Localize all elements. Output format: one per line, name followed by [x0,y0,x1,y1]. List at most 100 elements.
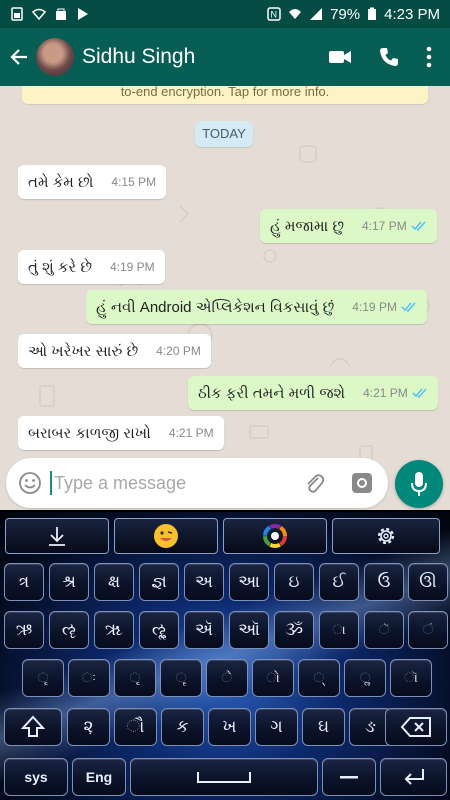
key[interactable]: ગ [255,708,298,746]
compose-bar: Type a message [0,452,450,514]
video-call-icon[interactable] [328,48,352,66]
message-placeholder: Type a message [54,472,187,493]
key[interactable]: ◌ૅ [364,611,404,649]
key[interactable]: જ્ઞ [139,563,179,601]
key[interactable]: ઈ [319,563,359,601]
attach-icon[interactable] [302,472,326,496]
key[interactable]: આ [229,563,269,601]
phone-icon[interactable] [378,46,400,68]
key[interactable]: ઊ [408,563,448,601]
nfc-icon: N [267,7,281,21]
key[interactable]: ઘ [302,708,345,746]
contact-avatar[interactable] [36,38,74,76]
key[interactable]: ત્ર [4,563,44,601]
camera-icon[interactable] [350,471,374,495]
keyboard-settings-button[interactable] [332,518,440,554]
key[interactable]: ૨઼ [67,708,110,746]
message-time: 4:21 PM [168,426,214,440]
keyboard: ત્ર શ્ર ક્ષ જ્ઞ અ આ ઇ ઈ ઉ ઊ ઋ ૡ ૠ ૡૢ ઍ ઑ… [0,512,450,800]
back-button[interactable] [4,28,34,86]
dash-key[interactable] [322,758,376,796]
collapse-icon [49,527,65,546]
read-ticks-icon [411,221,426,231]
key[interactable]: ◌ૉ [390,659,432,697]
shift-icon [20,715,46,737]
key[interactable]: ઇ [274,563,314,601]
backspace-key[interactable] [385,708,447,746]
message-text: તમે કેમ છો [28,173,94,191]
mic-button[interactable] [395,460,443,508]
svg-text:N: N [271,10,278,20]
sim-icon [11,7,23,21]
key[interactable]: શ્ર [49,563,89,601]
message-text: હું નવી Android એપ્લિકેશન વિકસાવું છું [96,298,335,316]
key[interactable]: ◌ો [252,659,294,697]
keyboard-theme-button[interactable] [223,518,327,554]
key[interactable]: ક્ષ [94,563,134,601]
message-outgoing[interactable]: હું મજામા છુ 4:17 PM [260,209,437,243]
message-text: બરાબર કાળજી રાખો [28,424,151,442]
chat-area[interactable]: to-end encryption. Tap for more info. TO… [0,86,450,510]
read-ticks-icon [412,388,427,398]
symbols-key[interactable]: sys [4,758,68,796]
play-store-icon [78,8,88,20]
key[interactable]: ૐ [274,611,314,649]
encryption-notice[interactable]: to-end encryption. Tap for more info. [22,86,428,104]
enter-key[interactable] [380,758,447,796]
key[interactable]: ખ [208,708,251,746]
enter-icon [404,769,424,785]
key[interactable]: ◌ા [319,611,359,649]
key[interactable]: અ [184,563,224,601]
message-outgoing[interactable]: ઠીક ફરી તમને મળી જશે 4:21 PM [188,376,438,410]
key[interactable]: ◌ૃ [114,659,156,697]
date-divider: TODAY [195,121,253,147]
backspace-icon [400,717,431,737]
dash-icon [340,776,358,779]
shift-key[interactable] [4,708,62,746]
message-time: 4:19 PM [352,300,397,314]
message-incoming[interactable]: ઓ ખરેખર સારું છે 4:20 PM [18,334,211,368]
emoji-icon[interactable] [18,471,42,495]
space-key[interactable] [130,758,318,796]
theme-color-wheel-icon [263,524,287,548]
key[interactable]: ◌ૢ [344,659,386,697]
key[interactable]: ૡ [49,611,89,649]
mic-icon [411,472,427,496]
key[interactable]: ઋ [4,611,44,649]
message-text: ઠીક ફરી તમને મળી જશે [198,384,346,402]
message-text: હું મજામા છુ [270,217,344,235]
wifi-icon [289,9,302,19]
key[interactable]: ૠ [94,611,134,649]
message-incoming[interactable]: બરાબર કાળજી રાખો 4:21 PM [18,416,224,450]
message-time: 4:15 PM [111,175,157,189]
key[interactable]: ઑ [229,611,269,649]
emoji-face-icon [154,524,178,548]
key[interactable]: ◌ં [408,611,448,649]
message-outgoing[interactable]: હું નવી Android એપ્લિકેશન વિકસાવું છું 4… [86,290,427,324]
clock: 4:23 PM [384,5,440,23]
key[interactable]: ◌ે [206,659,248,697]
key[interactable]: ◌્ [298,659,340,697]
key[interactable]: ઍ [184,611,224,649]
key[interactable]: ઉ [364,563,404,601]
key[interactable]: ૡૢ [139,611,179,649]
key[interactable]: ◌ઃ [68,659,110,697]
keyboard-collapse-button[interactable] [5,518,109,554]
message-incoming[interactable]: તું શું કરે છે 4:19 PM [18,250,165,284]
message-incoming[interactable]: તમે કેમ છો 4:15 PM [18,165,167,199]
battery-percent: 79% [330,5,361,23]
wifi-off-icon [32,8,46,21]
back-arrow-icon [10,49,27,65]
message-time: 4:21 PM [363,386,408,400]
message-input[interactable]: Type a message [6,458,388,508]
key[interactable]: ◌ૄ [160,659,202,697]
message-time: 4:19 PM [109,260,155,274]
key[interactable]: ૌ [114,708,157,746]
more-vert-icon[interactable] [426,46,432,68]
contact-name[interactable]: Sidhu Singh [82,45,195,69]
key[interactable]: ◌ૃ [22,659,64,697]
language-key[interactable]: Eng [72,758,126,796]
keyboard-emoji-button[interactable] [114,518,218,554]
signal-icon [310,8,323,20]
key[interactable]: ક [161,708,204,746]
